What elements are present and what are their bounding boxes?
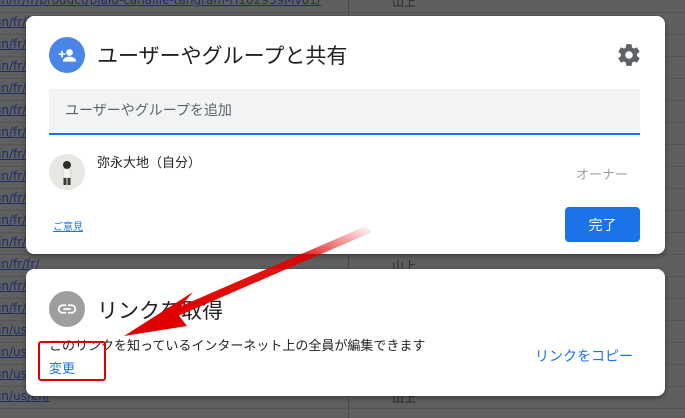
backdrop-name-cell: 山上 bbox=[392, 0, 417, 9]
share-dialog: ユーザーやグループと共有 弥永大地（自分） オーナー ご意見 完了 bbox=[26, 16, 665, 254]
highlight-box bbox=[38, 341, 106, 381]
person-add-icon bbox=[49, 37, 85, 73]
link-icon bbox=[49, 291, 85, 327]
backdrop-url: in/fr/fr/product/plaid-canaille-tangram-… bbox=[0, 0, 321, 7]
feedback-link[interactable]: ご意見 bbox=[53, 218, 83, 233]
member-name: 弥永大地（自分） bbox=[97, 156, 202, 171]
member-role: オーナー bbox=[576, 168, 629, 183]
gear-icon[interactable] bbox=[616, 42, 642, 68]
get-link-dialog: リンクを取得 このリンクを知っているインターネット上の全員が編集できます 変更 … bbox=[26, 269, 665, 396]
share-dialog-title: ユーザーやグループと共有 bbox=[97, 44, 348, 68]
add-people-field[interactable] bbox=[49, 89, 640, 135]
done-button[interactable]: 完了 bbox=[565, 207, 640, 242]
copy-link-button[interactable]: リンクをコピー bbox=[535, 346, 633, 366]
get-link-title: リンクを取得 bbox=[97, 299, 223, 323]
add-people-input[interactable] bbox=[49, 89, 640, 133]
avatar bbox=[49, 154, 85, 190]
